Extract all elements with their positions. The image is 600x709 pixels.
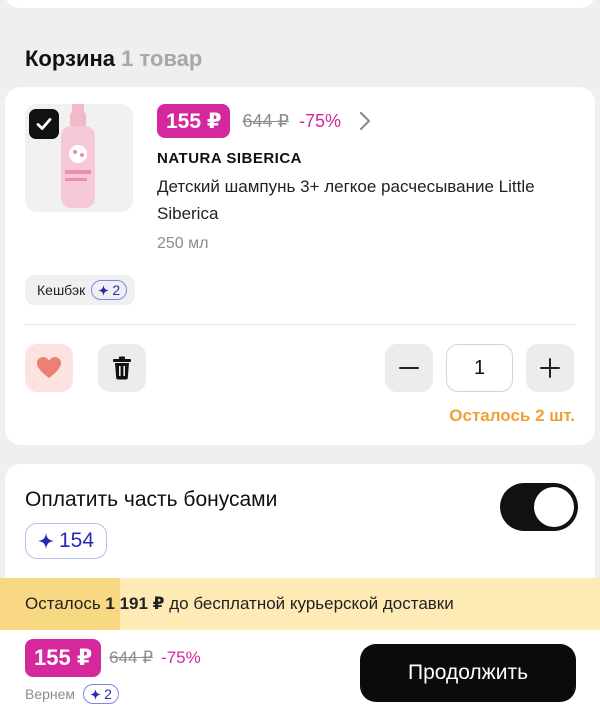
cashback-bonus-pill: 2 (91, 280, 128, 300)
product-name[interactable]: Детский шампунь 3+ легкое расчесывание L… (157, 173, 577, 227)
return-label: Вернем (25, 686, 76, 702)
free-delivery-progress-bar: Осталось 1 191 ₽ до бесплатной курьерско… (0, 578, 600, 630)
chevron-right-icon[interactable] (359, 111, 371, 131)
quantity-increase-button[interactable] (526, 344, 574, 392)
continue-button[interactable]: Продолжить (360, 644, 576, 702)
trash-icon (113, 356, 131, 380)
footer-total-price: 155 ₽ (25, 639, 102, 677)
item-old-price: 644 ₽ (242, 110, 289, 131)
cashback-badge: Кешбэк 2 (25, 275, 136, 305)
quantity-decrease-button[interactable] (385, 344, 433, 392)
minus-icon (399, 367, 419, 369)
return-bonus-pill: 2 (83, 684, 119, 704)
free-delivery-message: Осталось 1 191 ₽ до бесплатной курьерско… (25, 578, 454, 630)
heart-icon (37, 357, 61, 378)
favorite-button[interactable] (25, 344, 73, 392)
checkmark-icon (36, 118, 52, 130)
cart-item-count: 1 товар (121, 46, 203, 71)
stock-remaining-note: Осталось 2 шт. (449, 406, 575, 425)
sparkle-icon (38, 533, 54, 549)
item-select-checkbox[interactable] (29, 109, 59, 139)
return-bonus-row: Вернем 2 (25, 684, 119, 704)
bonus-payment-title: Оплатить часть бонусами (25, 488, 278, 511)
previous-section-card (5, 0, 595, 8)
checkout-footer: 155 ₽ 644 ₽ -75% Вернем 2 Продолжить (0, 630, 600, 709)
cart-item-card: 155 ₽ 644 ₽ -75% NATURA SIBERICA Детский… (5, 87, 595, 445)
cart-title-text: Корзина (25, 46, 115, 71)
quantity-value: 1 (473, 356, 486, 379)
footer-price-row: 155 ₽ 644 ₽ -75% (25, 639, 201, 677)
quantity-field[interactable]: 1 (446, 344, 513, 392)
product-brand[interactable]: NATURA SIBERICA (157, 150, 302, 167)
bonus-payment-toggle[interactable] (500, 483, 578, 531)
delivery-prefix: Осталось (25, 594, 106, 613)
delete-button[interactable] (98, 344, 146, 392)
delivery-amount: 1 191 ₽ (105, 594, 165, 613)
delivery-suffix: до бесплатной курьерской доставки (164, 594, 454, 613)
bonus-balance-badge: 154 (25, 523, 108, 559)
footer-discount: -75% (161, 648, 201, 667)
toggle-knob (534, 487, 574, 527)
sparkle-icon (90, 688, 102, 700)
divider (25, 324, 575, 325)
return-value: 2 (104, 686, 112, 702)
cashback-value: 2 (112, 282, 121, 298)
plus-icon (540, 358, 560, 378)
cashback-label: Кешбэк (37, 282, 86, 298)
item-price-row: 155 ₽ 644 ₽ -75% (157, 104, 371, 138)
footer-old-price: 644 ₽ (109, 648, 154, 667)
bonus-balance-value: 154 (59, 529, 95, 552)
item-price: 155 ₽ (157, 104, 231, 138)
product-volume: 250 мл (157, 235, 209, 252)
cart-title: Корзина 1 товар (25, 46, 202, 72)
sparkle-icon (98, 284, 110, 296)
item-discount: -75% (298, 110, 342, 131)
